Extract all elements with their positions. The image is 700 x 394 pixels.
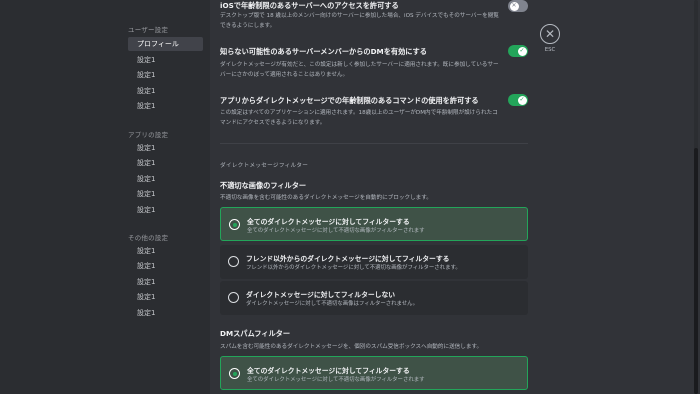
sidebar-item-setting[interactable]: 設定1 [128,203,203,217]
close-icon[interactable]: ✕ [540,24,560,44]
close-settings[interactable]: ✕ ESC [540,24,560,53]
radio-option-spam-filter-all[interactable]: 全てのダイレクトメッセージに対してフィルターする 全てのダイレクトメッセージに対… [220,356,528,390]
radio-option-description: フレンド以外からのダイレクトメッセージに対して不適切な画像がフィルターされます。 [246,265,461,271]
sidebar-heading-user-settings: ユーザー設定 [128,26,169,34]
group-description: 不適切な画像を含む可能性のあるダイレクトメッセージを自動的にブロックします。 [220,195,432,201]
settings-content: iOSで年齢制限のあるサーバーへのアクセスを許可する ✕ デスクトップ版で 18… [210,0,700,394]
scrollbar-thumb[interactable] [694,148,698,394]
radio-option-title: 全てのダイレクトメッセージに対してフィルターする [247,367,410,375]
sidebar-item-setting[interactable]: 設定1 [128,187,203,201]
settings-sidebar: ユーザー設定 プロフィール 設定1 設定1 設定1 設定1 アプリの設定 設定1… [0,0,210,394]
setting-description: この設定はすべてのアプリケーションに適用されます。18歳以上のユーザーがDM内で… [220,110,498,126]
setting-description: デスクトップ版で 18 歳以上のメンバー向けのサーバーに参加した場合、iOS デ… [220,13,499,29]
sidebar-item-setting[interactable]: 設定1 [128,275,203,289]
radio-selected-icon [229,368,240,379]
radio-option-title: フレンド以外からのダイレクトメッセージに対してフィルターする [246,255,450,263]
sidebar-item-setting[interactable]: 設定1 [128,68,203,82]
sidebar-item-setting[interactable]: 設定1 [128,290,203,304]
radio-option-description: 全てのダイレクトメッセージに対して不適切な画像がフィルターされます [247,377,425,383]
section-label: ダイレクトメッセージフィルター [220,163,309,169]
setting-toggle-ios-age[interactable]: ✕ [508,0,528,12]
sidebar-item-setting[interactable]: 設定1 [128,156,203,170]
sidebar-item-setting[interactable]: 設定1 [128,53,203,67]
radio-option-filter-all[interactable]: 全てのダイレクトメッセージに対してフィルターする 全てのダイレクトメッセージに対… [220,207,528,241]
radio-unselected-icon [228,292,239,303]
toggle-off-icon: ✕ [509,1,519,11]
group-title: DMスパムフィルター [220,329,291,338]
setting-title: 知らない可能性のあるサーバーメンバーからのDMを有効にする [220,47,427,56]
radio-option-description: ダイレクトメッセージに対して不適切な画像はフィルターされません。 [246,301,418,307]
sidebar-item-setting[interactable]: 設定1 [128,141,203,155]
divider [220,143,528,144]
group-title: 不適切な画像のフィルター [220,181,307,190]
sidebar-heading-other-settings: その他の設定 [128,234,169,242]
sidebar-heading-app-settings: アプリの設定 [128,131,169,139]
toggle-on-check-icon: ✓ [517,95,527,105]
sidebar-item-setting[interactable]: 設定1 [128,84,203,98]
radio-selected-icon [229,219,240,230]
setting-toggle-server-dm[interactable]: ✓ [508,45,528,57]
sidebar-item-setting[interactable]: 設定1 [128,99,203,113]
sidebar-item-setting[interactable]: 設定1 [128,244,203,258]
esc-label: ESC [544,47,556,53]
setting-title: アプリからダイレクトメッセージでの年齢制限のあるコマンドの使用を許可する [220,96,479,105]
sidebar-item-setting[interactable]: 設定1 [128,172,203,186]
sidebar-item-setting[interactable]: 設定1 [128,306,203,320]
radio-option-title: 全てのダイレクトメッセージに対してフィルターする [247,218,410,226]
radio-option-filter-non-friends[interactable]: フレンド以外からのダイレクトメッセージに対してフィルターする フレンド以外からの… [220,245,528,279]
radio-option-title: ダイレクトメッセージに対してフィルターしない [246,291,396,299]
setting-toggle-age-commands[interactable]: ✓ [508,94,528,106]
sidebar-item-setting[interactable]: 設定1 [128,259,203,273]
sidebar-item-profile[interactable]: プロフィール [128,37,203,51]
radio-option-no-filter[interactable]: ダイレクトメッセージに対してフィルターしない ダイレクトメッセージに対して不適切… [220,281,528,315]
group-description: スパムを含む可能性のあるダイレクトメッセージを、個別のスパム受信ボックスへ自動的… [220,344,483,350]
radio-option-description: 全てのダイレクトメッセージに対して不適切な画像がフィルターされます [247,228,425,234]
radio-unselected-icon [228,256,239,267]
setting-description: ダイレクトメッセージが有効だと、この設定は新しく参加したサーバーに適用されます。… [220,62,499,78]
setting-title: iOSで年齢制限のあるサーバーへのアクセスを許可する [220,1,399,10]
toggle-on-check-icon: ✓ [517,46,527,56]
